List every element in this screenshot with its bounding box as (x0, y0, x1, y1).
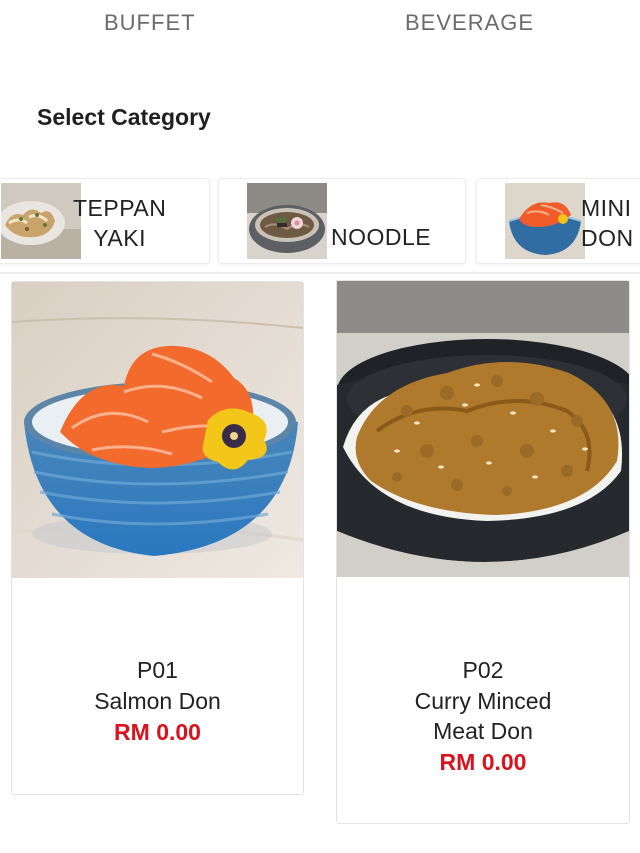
product-name: Curry Minced Meat Don (414, 688, 552, 744)
category-label: NOODLE (331, 224, 432, 250)
category-label: MINI DON (581, 195, 634, 251)
tab-buffet[interactable]: BUFFET (104, 10, 196, 36)
product-price: RM 0.00 (114, 719, 201, 745)
product-code: P01 (137, 657, 178, 683)
category-label: TEPPAN YAKI (73, 195, 167, 251)
product-code: P02 (462, 657, 504, 683)
top-tab-bar: BUFFET BEVERAGE (0, 0, 640, 50)
product-card-p02[interactable]: P02 Curry Minced Meat Don RM 0.00 (336, 280, 630, 824)
noodle-thumbnail (247, 183, 327, 259)
category-carousel[interactable]: TEPPAN YAKI NOODLE MINI DON (0, 174, 640, 270)
product-price: RM 0.00 (439, 749, 527, 775)
category-teppan-yaki[interactable]: TEPPAN YAKI (0, 178, 210, 264)
tab-beverage[interactable]: BEVERAGE (405, 10, 534, 36)
salmon-don-photo (12, 282, 303, 578)
teppan-yaki-thumbnail (1, 183, 81, 259)
product-info: P02 Curry Minced Meat Don RM 0.00 (337, 654, 629, 778)
divider (0, 272, 640, 274)
product-info: P01 Salmon Don RM 0.00 (12, 654, 303, 748)
category-mini-don[interactable]: MINI DON (476, 178, 640, 264)
curry-minced-meat-don-photo (337, 281, 629, 577)
select-category-heading: Select Category (37, 104, 211, 130)
product-name: Salmon Don (94, 688, 221, 714)
mini-don-thumbnail (505, 183, 585, 259)
product-card-p01[interactable]: P01 Salmon Don RM 0.00 (11, 281, 304, 795)
category-noodle[interactable]: NOODLE (218, 178, 466, 264)
